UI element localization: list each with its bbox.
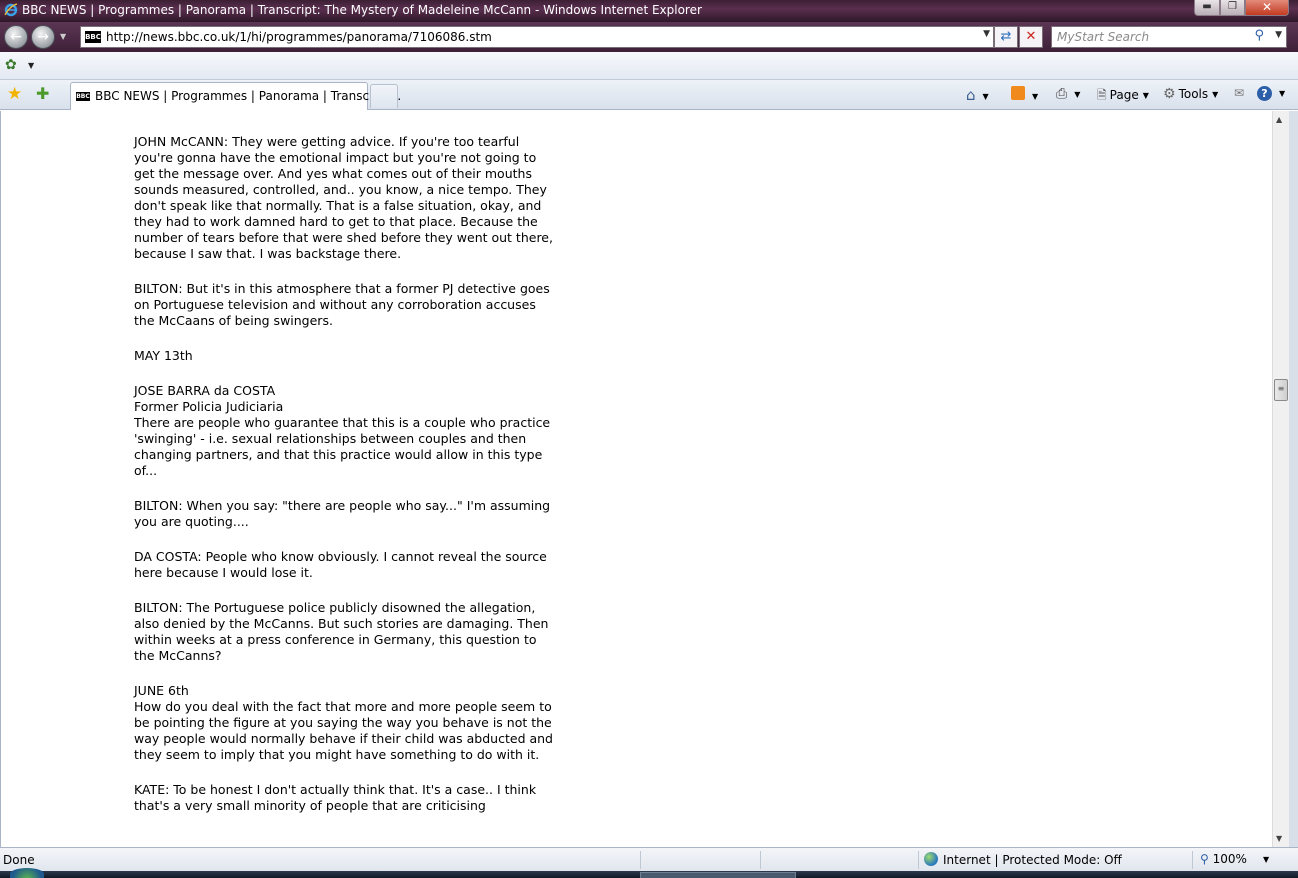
search-icon[interactable]: ⚲ xyxy=(1254,28,1264,43)
stop-button[interactable]: ✕ xyxy=(1019,26,1043,48)
toolbar-addon-icon[interactable]: ✿ xyxy=(5,57,17,73)
rss-feed-icon xyxy=(1011,86,1025,100)
transcript-paragraph: BILTON: When you say: "there are people … xyxy=(134,498,551,529)
status-divider xyxy=(640,851,641,869)
address-dropdown-icon[interactable]: ▼ xyxy=(983,29,990,39)
scroll-up-icon[interactable]: ▲ xyxy=(1276,115,1282,124)
arrow-left-icon: ← xyxy=(10,29,22,45)
back-button[interactable]: ← xyxy=(4,25,28,49)
transcript-paragraph: JOHN McCANN: They were getting advice. I… xyxy=(134,134,553,261)
search-placeholder: MyStart Search xyxy=(1057,30,1150,44)
zoom-level: 100% xyxy=(1212,852,1247,866)
new-tab-button[interactable] xyxy=(370,84,398,108)
status-bar: Done Internet | Protected Mode: Off ⚲ 10… xyxy=(0,847,1298,871)
window-right-border xyxy=(1289,111,1298,847)
search-box[interactable]: MyStart Search ⚲ ▼ xyxy=(1051,26,1287,48)
chevron-down-icon: ▼ xyxy=(1074,90,1081,99)
chevron-down-icon: ▼ xyxy=(1279,89,1286,98)
chevron-down-icon: ▼ xyxy=(982,92,989,101)
print-button[interactable]: ⎙ ▼ xyxy=(1056,86,1080,102)
window-title: BBC NEWS | Programmes | Panorama | Trans… xyxy=(22,3,702,17)
gear-icon: ⚙ xyxy=(1163,86,1176,102)
arrow-right-icon: → xyxy=(37,29,49,45)
security-zone[interactable]: Internet | Protected Mode: Off xyxy=(924,852,1122,867)
feeds-button[interactable]: ▼ xyxy=(1011,86,1038,103)
help-icon: ? xyxy=(1257,86,1272,101)
research-button[interactable]: ✉ xyxy=(1234,86,1247,100)
transcript-paragraph: BILTON: But it's in this atmosphere that… xyxy=(134,281,550,328)
scrollbar-thumb[interactable]: ≡ xyxy=(1274,379,1288,401)
transcript-paragraph: JUNE 6th How do you deal with the fact t… xyxy=(134,683,553,762)
refresh-icon: ⇄ xyxy=(1000,29,1012,44)
zone-text: Internet | Protected Mode: Off xyxy=(943,853,1122,867)
internet-explorer-icon xyxy=(4,3,18,17)
close-window-button[interactable]: ✕ xyxy=(1245,0,1289,16)
vertical-scrollbar[interactable]: ▲ ≡ ▼ xyxy=(1272,111,1289,847)
status-divider xyxy=(1192,851,1193,869)
home-button[interactable]: ⌂ ▼ xyxy=(966,86,989,104)
page-menu-label: Page xyxy=(1109,88,1139,102)
tab-label: BBC NEWS | Programmes | Panorama | Trans… xyxy=(95,89,402,103)
help-button[interactable]: ? ▼ xyxy=(1257,86,1285,101)
chevron-down-icon: ▼ xyxy=(1032,92,1039,101)
maximize-button[interactable]: ❐ xyxy=(1220,0,1245,16)
addon-toolbar: ✿ ▼ xyxy=(0,52,1298,80)
address-bar[interactable]: BBC http://news.bbc.co.uk/1/hi/programme… xyxy=(80,26,994,48)
tab-bar: ★ ✚ BBC BBC NEWS | Programmes | Panorama… xyxy=(0,80,1298,110)
transcript-paragraph: JOSE BARRA da COSTA Former Policia Judic… xyxy=(134,383,551,478)
refresh-button[interactable]: ⇄ xyxy=(994,26,1018,48)
transcript-paragraph: DA COSTA: People who know obviously. I c… xyxy=(134,549,547,580)
printer-icon: ⎙ xyxy=(1056,86,1068,102)
chevron-down-icon: ▼ xyxy=(1212,90,1219,99)
search-options-dropdown-icon[interactable]: ▼ xyxy=(1275,30,1282,40)
favorites-star-icon[interactable]: ★ xyxy=(7,84,22,104)
window-title-bar: BBC NEWS | Programmes | Panorama | Trans… xyxy=(0,0,1298,22)
internet-globe-icon xyxy=(924,852,938,866)
zoom-control[interactable]: ⚲ 100% ▼ xyxy=(1200,852,1269,866)
start-orb-icon[interactable] xyxy=(10,868,44,878)
bbc-favicon-icon: BBC xyxy=(85,31,101,43)
windows-taskbar xyxy=(0,868,1298,878)
page-icon: 🗎 xyxy=(1097,88,1107,102)
forward-button[interactable]: → xyxy=(31,25,55,49)
transcript-paragraph: KATE: To be honest I don't actually thin… xyxy=(134,782,537,813)
tools-menu-button[interactable]: ⚙ Tools ▼ xyxy=(1163,86,1218,102)
taskbar-button[interactable] xyxy=(640,872,796,878)
chevron-down-icon: ▼ xyxy=(1142,91,1149,100)
status-text: Done xyxy=(3,853,35,867)
minimize-button[interactable]: ▬ xyxy=(1194,0,1220,16)
transcript-paragraph: MAY 13th xyxy=(134,348,193,363)
chevron-down-icon: ▼ xyxy=(1262,855,1270,864)
transcript-article: JOHN McCANN: They were getting advice. I… xyxy=(134,134,554,833)
transcript-paragraph: BILTON: The Portuguese police publicly d… xyxy=(134,600,549,663)
recent-pages-dropdown[interactable]: ▼ xyxy=(60,32,66,41)
page-content: JOHN McCANN: They were getting advice. I… xyxy=(0,111,1288,847)
navigation-bar: ← → ▼ BBC http://news.bbc.co.uk/1/hi/pro… xyxy=(0,22,1298,52)
home-icon: ⌂ xyxy=(966,86,976,104)
toolbar-addon-dropdown-icon[interactable]: ▼ xyxy=(28,61,34,70)
bbc-tab-favicon-icon: BBC xyxy=(76,92,90,101)
add-favorites-icon[interactable]: ✚ xyxy=(36,84,49,103)
status-divider xyxy=(760,851,761,869)
status-divider xyxy=(918,851,919,869)
tools-menu-label: Tools xyxy=(1178,87,1209,101)
tab-bbc-news[interactable]: BBC BBC NEWS | Programmes | Panorama | T… xyxy=(70,82,401,110)
url-text[interactable]: http://news.bbc.co.uk/1/hi/programmes/pa… xyxy=(106,30,492,44)
scroll-down-icon[interactable]: ▼ xyxy=(1276,834,1282,843)
envelope-icon: ✉ xyxy=(1234,86,1245,100)
page-menu-button[interactable]: 🗎 Page ▼ xyxy=(1097,86,1149,107)
zoom-magnifier-icon: ⚲ xyxy=(1200,852,1209,866)
stop-icon: ✕ xyxy=(1025,29,1037,44)
